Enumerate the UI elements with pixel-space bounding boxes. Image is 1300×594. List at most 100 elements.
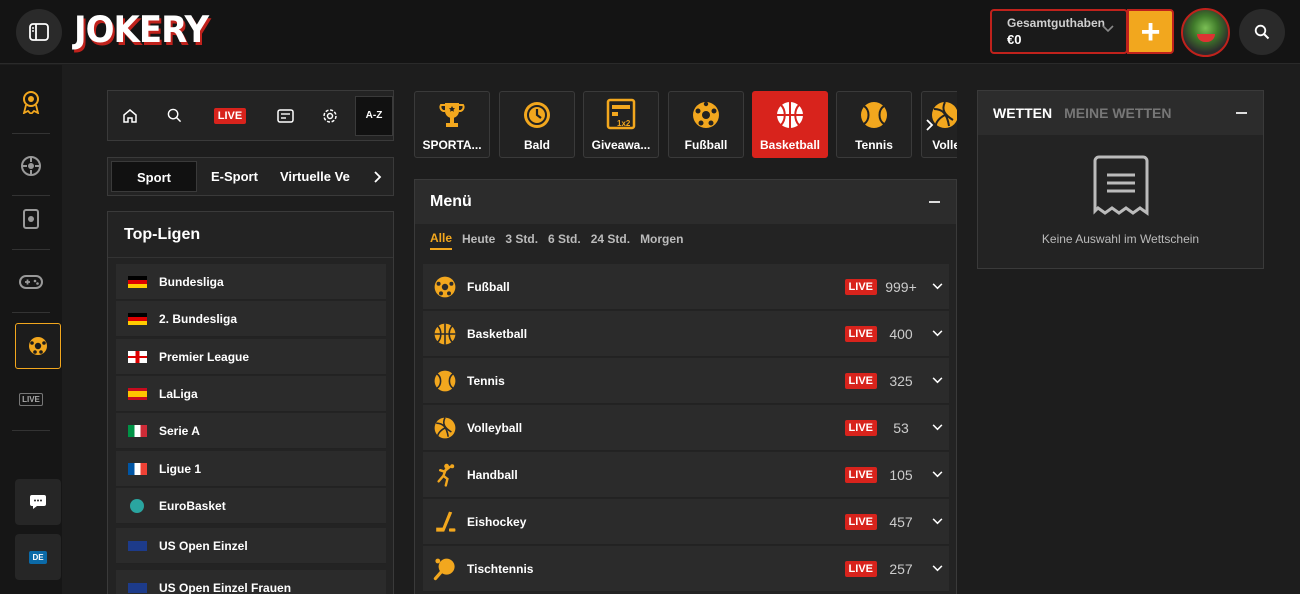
clock-history-icon — [524, 102, 550, 128]
gamepad-icon — [19, 275, 43, 289]
germany-flag-icon — [128, 275, 147, 288]
category-giveaway[interactable]: 1x2 Giveawa... — [583, 91, 659, 158]
event-count: 53 — [893, 419, 909, 436]
germany-flag-icon — [128, 312, 147, 325]
search-icon — [167, 108, 182, 123]
top-leagues-title: Top-Ligen — [108, 212, 393, 258]
settings-button[interactable] — [308, 91, 352, 140]
category-tennis[interactable]: Tennis — [836, 91, 912, 158]
tab-esport[interactable]: E-Sport — [197, 161, 272, 192]
betslip-empty-text: Keine Auswahl im Wettschein — [1041, 232, 1200, 246]
league-label: US Open Einzel Frauen — [159, 580, 292, 594]
live-badge: LIVE — [844, 419, 877, 436]
sidebar-toggle-button[interactable] — [16, 9, 62, 55]
tab-sport[interactable]: Sport — [111, 161, 197, 192]
league-item[interactable]: EuroBasket — [116, 488, 386, 524]
time-tab-3h[interactable]: 3 Std. — [505, 232, 538, 249]
live-badge: LIVE — [844, 466, 877, 483]
category-label: Fußball — [684, 138, 728, 152]
betslip-button[interactable] — [263, 91, 307, 140]
balance-dropdown[interactable]: Gesamtguthaben €0 — [990, 9, 1128, 54]
nav-casino[interactable] — [0, 143, 62, 189]
nav-rewards[interactable] — [0, 79, 62, 125]
chevron-down-icon — [932, 471, 942, 478]
a-z-button[interactable]: A-Z — [355, 95, 393, 136]
nav-games[interactable] — [0, 259, 62, 305]
tab-meine-wetten[interactable]: MEINE WETTEN — [1064, 105, 1171, 121]
league-label: 2. Bundesliga — [159, 311, 238, 326]
sports-menu-panel: Menü Alle Heute 3 Std. 6 Std. 24 Std. Mo… — [414, 179, 957, 594]
top-leagues-panel: Top-Ligen Bundesliga 2. Bundesliga Premi… — [107, 211, 394, 594]
sports-ball-icon — [29, 337, 47, 355]
england-flag-icon — [128, 350, 147, 363]
betslip-panel: WETTEN MEINE WETTEN Keine Auswahl im Wett… — [977, 90, 1264, 269]
chat-button[interactable] — [15, 479, 61, 525]
tennis-ball-icon — [434, 370, 456, 391]
tab-wetten[interactable]: WETTEN — [993, 105, 1052, 121]
nav-live[interactable]: LIVE — [0, 376, 62, 422]
league-item[interactable]: Bundesliga — [116, 264, 386, 300]
sport-row-tischtennis[interactable]: Tischtennis LIVE 257 — [423, 546, 949, 592]
league-item[interactable]: Serie A — [116, 413, 386, 449]
league-item[interactable]: 2. Bundesliga — [116, 301, 386, 337]
live-badge: LIVE — [844, 278, 877, 295]
event-count: 457 — [889, 513, 913, 530]
sport-row-basketball[interactable]: Basketball LIVE 400 — [423, 311, 949, 357]
us-open-logo-icon — [128, 540, 147, 551]
category-basketball[interactable]: Basketball — [752, 91, 828, 158]
deposit-button[interactable]: + — [1127, 9, 1174, 54]
sport-row-handball[interactable]: Handball LIVE 105 — [423, 452, 949, 498]
sport-row-volleyball[interactable]: Volleyball LIVE 53 — [423, 405, 949, 451]
sport-row-tennis[interactable]: Tennis LIVE 325 — [423, 358, 949, 404]
league-item[interactable]: Premier League — [116, 339, 386, 375]
sport-row-eishockey[interactable]: Eishockey LIVE 457 — [423, 499, 949, 545]
collapse-icon[interactable] — [929, 201, 940, 203]
search-button[interactable] — [1239, 9, 1285, 55]
nav-sports[interactable] — [15, 323, 61, 369]
category-fussball[interactable]: Fußball — [668, 91, 744, 158]
sidebar-icon — [29, 23, 49, 41]
league-item[interactable]: Ligue 1 — [116, 451, 386, 487]
cards-icon — [23, 209, 39, 229]
balance-amount: €0 — [1007, 32, 1022, 47]
svg-text:1x2: 1x2 — [617, 119, 631, 128]
tabs-next-button[interactable] — [363, 158, 393, 195]
home-button[interactable] — [108, 91, 152, 140]
collapse-icon[interactable] — [1236, 112, 1247, 114]
time-tab-6h[interactable]: 6 Std. — [548, 232, 581, 249]
sport-name: Handball — [467, 467, 518, 482]
categories-next-button[interactable] — [920, 91, 940, 158]
league-item[interactable]: US Open Einzel — [116, 528, 386, 564]
sport-row-fussball[interactable]: Fußball LIVE 999+ — [423, 264, 949, 310]
live-button[interactable]: LIVE — [197, 91, 263, 140]
chevron-down-icon — [932, 283, 942, 290]
live-badge: LIVE — [844, 325, 877, 342]
league-label: US Open Einzel — [159, 538, 248, 553]
live-nav-label: LIVE — [19, 392, 43, 406]
quick-search-button[interactable] — [152, 91, 196, 140]
league-item[interactable]: LaLiga — [116, 376, 386, 412]
handball-player-icon — [437, 463, 455, 487]
event-count: 105 — [889, 466, 913, 483]
menu-header[interactable]: Menü — [415, 180, 956, 224]
time-tab-24h[interactable]: 24 Std. — [591, 232, 630, 249]
language-button[interactable]: DE — [15, 534, 61, 580]
chevron-down-icon — [932, 518, 942, 525]
time-tab-today[interactable]: Heute — [462, 232, 495, 249]
time-filter-tabs: Alle Heute 3 Std. 6 Std. 24 Std. Morgen — [415, 224, 956, 256]
league-item[interactable]: US Open Einzel Frauen — [116, 570, 386, 594]
jokery-logo[interactable]: JOKERY — [74, 8, 209, 51]
chevron-down-icon — [932, 330, 942, 337]
basketball-icon — [434, 323, 456, 344]
tab-virtual[interactable]: Virtuelle Ve — [272, 161, 364, 192]
category-bald[interactable]: Bald — [499, 91, 575, 158]
live-badge: LIVE — [844, 560, 877, 577]
gear-icon — [323, 108, 337, 123]
time-tab-tomorrow[interactable]: Morgen — [640, 232, 683, 249]
category-sportaktionen[interactable]: SPORTA... — [414, 91, 490, 158]
time-tab-all[interactable]: Alle — [430, 231, 453, 250]
nav-cards[interactable] — [0, 196, 62, 242]
league-label: Serie A — [159, 423, 200, 438]
avatar[interactable] — [1181, 8, 1230, 57]
chevron-down-icon — [1102, 25, 1114, 33]
